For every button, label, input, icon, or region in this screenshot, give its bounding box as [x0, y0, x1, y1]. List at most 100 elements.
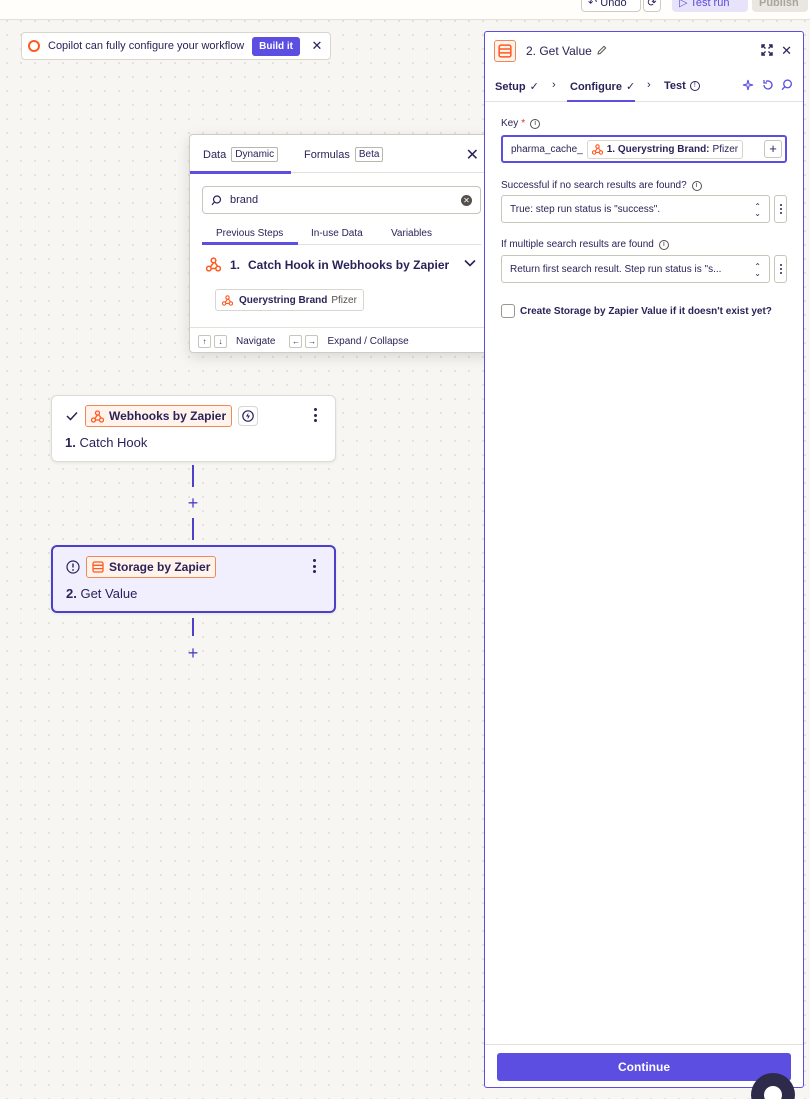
connector-line [192, 618, 194, 636]
close-icon[interactable]: ✕ [781, 43, 792, 59]
close-icon[interactable]: ✕ [310, 38, 324, 54]
active-tab-indicator [567, 100, 635, 102]
tab-data[interactable]: Data Dynamic [203, 147, 279, 162]
add-step-button[interactable]: + [185, 644, 201, 662]
create-if-missing-label: Create Storage by Zapier Value if it doe… [520, 305, 772, 317]
step-card-catch-hook[interactable]: Webhooks by Zapier 1. Catch Hook [51, 395, 336, 462]
connector-line [192, 465, 194, 487]
expand-icon[interactable] [761, 44, 773, 59]
field-querystring-brand[interactable]: Querystring Brand Pfizer [215, 289, 364, 311]
panel-title: 2. Get Value [526, 44, 592, 58]
arrow-left-key-icon: ← [289, 334, 303, 348]
webhooks-icon [91, 409, 104, 423]
warning-icon [65, 559, 81, 575]
no-results-label-row: Successful if no search results are foun… [501, 180, 702, 191]
app-name: Webhooks by Zapier [109, 409, 227, 423]
continue-button[interactable]: Continue [497, 1053, 791, 1081]
check-icon: ✓ [529, 81, 539, 93]
subtab-in-use-data[interactable]: In-use Data [311, 228, 363, 239]
panel-tools [742, 79, 793, 95]
more-options-icon[interactable] [306, 557, 322, 575]
step-title: 2. Get Value [66, 586, 138, 601]
pencil-icon[interactable] [597, 45, 607, 58]
close-icon[interactable]: ✕ [466, 145, 479, 165]
publish-label: Publish [759, 0, 799, 9]
multiple-label: If multiple search results are found [501, 239, 654, 250]
test-run-label: Test run [690, 0, 730, 9]
step-group-catch-hook[interactable]: 1. Catch Hook in Webhooks by Zapier [206, 257, 476, 272]
undo-button[interactable]: ↶ Undo [581, 0, 641, 12]
panel-header: 2. Get Value ✕ [485, 32, 803, 70]
no-results-label: Successful if no search results are foun… [501, 180, 687, 191]
tab-formulas[interactable]: Formulas Beta [304, 147, 384, 162]
app-badge-storage: Storage by Zapier [86, 556, 217, 578]
active-tab-indicator [190, 171, 291, 174]
ai-sparkle-icon[interactable] [742, 79, 755, 95]
no-results-value: True: step run status is "success". [510, 203, 661, 215]
mapped-field-pill[interactable]: 1. Querystring Brand: Pfizer [586, 139, 744, 159]
history-icon[interactable]: ⟳ [643, 0, 661, 12]
storage-icon [92, 561, 104, 573]
search-input[interactable]: brand ✕ [202, 186, 481, 214]
chevron-updown-icon: ⌃ ⌄ [754, 262, 761, 278]
active-subtab-indicator [202, 242, 298, 245]
arrow-up-key-icon: ↑ [198, 334, 211, 348]
data-picker-popup: Data Dynamic Formulas Beta ✕ brand ✕ Previ… [189, 134, 492, 353]
chevron-right-icon: › [647, 79, 651, 91]
copilot-icon [28, 40, 40, 52]
publish-button[interactable]: Publish [752, 0, 808, 12]
connector-line [192, 518, 194, 540]
info-icon: i [530, 118, 541, 129]
webhooks-icon [206, 257, 221, 272]
refresh-icon[interactable] [762, 79, 774, 95]
clear-search-icon[interactable]: ✕ [461, 194, 472, 206]
tab-configure[interactable]: Configure ✓ [570, 80, 636, 94]
picker-subtabs: Previous Steps In-use Data Variables [202, 228, 481, 245]
multiple-results-select[interactable]: Return first search result. Step run sta… [501, 255, 770, 283]
tab-test[interactable]: Test! [664, 80, 700, 92]
mapped-step: 1. Querystring Brand: [606, 143, 710, 155]
build-it-button[interactable]: Build it [252, 36, 300, 56]
field-options-icon[interactable] [774, 255, 787, 283]
chevron-updown-icon: ⌃ ⌄ [754, 202, 761, 218]
chevron-right-icon: › [552, 79, 556, 91]
more-options-icon[interactable] [307, 406, 323, 424]
step-title: Catch Hook in Webhooks by Zapier [248, 257, 450, 272]
webhooks-icon [222, 294, 233, 306]
tab-setup[interactable]: Setup ✓ [495, 80, 539, 94]
create-if-missing-checkbox[interactable] [501, 304, 515, 318]
undo-label: Undo [600, 0, 627, 9]
webhooks-icon [591, 143, 603, 155]
search-icon [211, 194, 222, 205]
key-label: Key [501, 118, 519, 129]
subtab-previous-steps[interactable]: Previous Steps [216, 228, 283, 239]
chevron-down-icon[interactable] [464, 256, 476, 270]
multiple-value: Return first search result. Step run sta… [510, 263, 722, 275]
multiple-label-row: If multiple search results are found i [501, 239, 669, 250]
key-input[interactable]: pharma_cache_ 1. Querystring Brand: Pfiz… [501, 135, 787, 163]
step-number: 1. [230, 257, 241, 272]
step-config-panel: 2. Get Value ✕ Setup ✓ › Configure ✓ › Tes… [484, 31, 804, 1088]
top-toolbar: ↶ Undo ⟳ ▷ Test run Publish [0, 0, 810, 20]
field-options-icon[interactable] [774, 195, 787, 223]
search-icon[interactable] [781, 79, 793, 95]
no-results-select[interactable]: True: step run status is "success". ⌃ ⌄ [501, 195, 770, 223]
step-title: 1. Catch Hook [65, 435, 148, 450]
key-label-row: Key * i [501, 118, 541, 129]
create-if-missing-row[interactable]: Create Storage by Zapier Value if it doe… [501, 304, 772, 318]
step-card-get-value[interactable]: Storage by Zapier 2. Get Value [51, 545, 336, 613]
subtab-variables[interactable]: Variables [391, 228, 432, 239]
add-step-button[interactable]: + [185, 494, 201, 512]
search-value: brand [230, 194, 259, 206]
step-tabs: Setup ✓ › Configure ✓ › Test! [485, 70, 803, 102]
check-icon [64, 408, 80, 424]
bolt-icon[interactable] [238, 406, 259, 426]
insert-data-button[interactable]: + [764, 140, 782, 158]
copilot-banner: Copilot can fully configure your workflo… [21, 32, 331, 60]
check-icon: ✓ [625, 81, 636, 93]
mapped-value: Pfizer [712, 143, 739, 155]
arrow-down-key-icon: ↓ [214, 334, 227, 348]
key-prefix: pharma_cache_ [511, 143, 583, 155]
field-name: Querystring Brand [239, 294, 328, 306]
test-run-button[interactable]: ▷ Test run [672, 0, 748, 12]
